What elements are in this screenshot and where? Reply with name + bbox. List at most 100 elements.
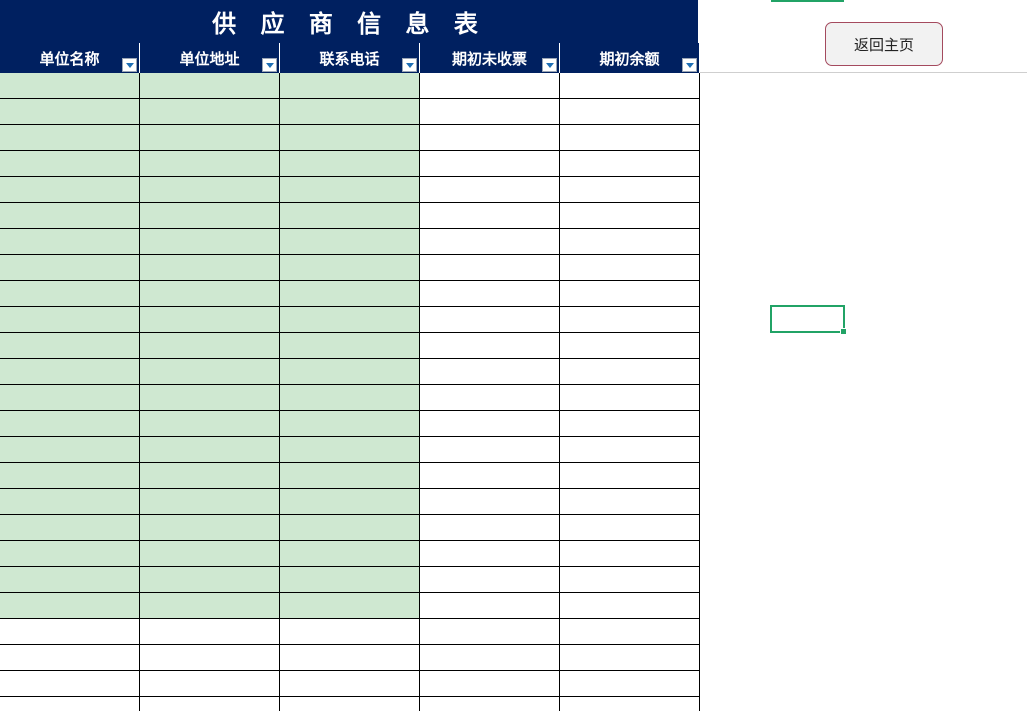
- table-cell[interactable]: [280, 515, 420, 541]
- table-cell[interactable]: [280, 255, 420, 281]
- table-cell[interactable]: [140, 307, 280, 333]
- table-cell[interactable]: [560, 177, 700, 203]
- table-cell[interactable]: [420, 567, 560, 593]
- table-cell[interactable]: [280, 619, 420, 645]
- table-cell[interactable]: [280, 385, 420, 411]
- table-cell[interactable]: [280, 125, 420, 151]
- table-cell[interactable]: [420, 73, 560, 99]
- table-cell[interactable]: [420, 307, 560, 333]
- table-cell[interactable]: [0, 73, 140, 99]
- table-cell[interactable]: [280, 541, 420, 567]
- table-cell[interactable]: [140, 203, 280, 229]
- table-cell[interactable]: [0, 255, 140, 281]
- table-cell[interactable]: [140, 645, 280, 671]
- table-cell[interactable]: [560, 255, 700, 281]
- table-cell[interactable]: [140, 541, 280, 567]
- table-cell[interactable]: [0, 229, 140, 255]
- table-cell[interactable]: [140, 437, 280, 463]
- table-cell[interactable]: [140, 125, 280, 151]
- table-cell[interactable]: [420, 645, 560, 671]
- table-cell[interactable]: [0, 697, 140, 711]
- table-cell[interactable]: [280, 463, 420, 489]
- table-cell[interactable]: [280, 671, 420, 697]
- table-cell[interactable]: [140, 255, 280, 281]
- table-cell[interactable]: [420, 697, 560, 711]
- table-cell[interactable]: [140, 411, 280, 437]
- table-cell[interactable]: [280, 411, 420, 437]
- table-cell[interactable]: [420, 671, 560, 697]
- table-cell[interactable]: [420, 255, 560, 281]
- table-cell[interactable]: [560, 359, 700, 385]
- table-cell[interactable]: [560, 411, 700, 437]
- table-cell[interactable]: [560, 151, 700, 177]
- table-cell[interactable]: [420, 437, 560, 463]
- table-cell[interactable]: [140, 463, 280, 489]
- table-cell[interactable]: [280, 359, 420, 385]
- table-cell[interactable]: [280, 99, 420, 125]
- selected-cell[interactable]: [770, 305, 847, 335]
- filter-dropdown-icon[interactable]: [262, 58, 277, 72]
- table-cell[interactable]: [140, 489, 280, 515]
- table-cell[interactable]: [0, 333, 140, 359]
- table-cell[interactable]: [140, 151, 280, 177]
- table-cell[interactable]: [560, 671, 700, 697]
- table-cell[interactable]: [560, 73, 700, 99]
- table-cell[interactable]: [0, 99, 140, 125]
- table-cell[interactable]: [0, 515, 140, 541]
- table-cell[interactable]: [560, 333, 700, 359]
- table-cell[interactable]: [0, 437, 140, 463]
- table-cell[interactable]: [420, 515, 560, 541]
- table-cell[interactable]: [560, 307, 700, 333]
- table-cell[interactable]: [420, 125, 560, 151]
- table-cell[interactable]: [560, 229, 700, 255]
- table-cell[interactable]: [0, 359, 140, 385]
- table-cell[interactable]: [140, 229, 280, 255]
- table-cell[interactable]: [0, 645, 140, 671]
- table-cell[interactable]: [0, 177, 140, 203]
- table-cell[interactable]: [280, 73, 420, 99]
- table-cell[interactable]: [0, 411, 140, 437]
- table-cell[interactable]: [420, 541, 560, 567]
- table-cell[interactable]: [280, 593, 420, 619]
- table-cell[interactable]: [140, 73, 280, 99]
- table-cell[interactable]: [420, 229, 560, 255]
- table-cell[interactable]: [0, 281, 140, 307]
- table-cell[interactable]: [420, 385, 560, 411]
- table-cell[interactable]: [0, 541, 140, 567]
- table-cell[interactable]: [560, 515, 700, 541]
- table-cell[interactable]: [420, 203, 560, 229]
- table-cell[interactable]: [140, 593, 280, 619]
- table-cell[interactable]: [280, 567, 420, 593]
- table-cell[interactable]: [140, 671, 280, 697]
- table-cell[interactable]: [140, 281, 280, 307]
- return-home-button[interactable]: 返回主页: [825, 22, 943, 66]
- table-cell[interactable]: [280, 437, 420, 463]
- table-cell[interactable]: [560, 463, 700, 489]
- table-cell[interactable]: [280, 177, 420, 203]
- table-cell[interactable]: [560, 619, 700, 645]
- table-cell[interactable]: [0, 619, 140, 645]
- table-cell[interactable]: [280, 203, 420, 229]
- table-cell[interactable]: [420, 151, 560, 177]
- table-cell[interactable]: [0, 203, 140, 229]
- table-cell[interactable]: [560, 645, 700, 671]
- table-cell[interactable]: [420, 359, 560, 385]
- table-cell[interactable]: [420, 99, 560, 125]
- table-cell[interactable]: [560, 281, 700, 307]
- table-cell[interactable]: [560, 697, 700, 711]
- table-cell[interactable]: [0, 671, 140, 697]
- table-cell[interactable]: [560, 437, 700, 463]
- table-cell[interactable]: [140, 567, 280, 593]
- table-cell[interactable]: [280, 151, 420, 177]
- table-cell[interactable]: [280, 489, 420, 515]
- table-cell[interactable]: [560, 567, 700, 593]
- table-cell[interactable]: [0, 385, 140, 411]
- table-cell[interactable]: [0, 463, 140, 489]
- table-cell[interactable]: [280, 229, 420, 255]
- table-cell[interactable]: [0, 307, 140, 333]
- filter-dropdown-icon[interactable]: [542, 58, 557, 72]
- table-cell[interactable]: [560, 203, 700, 229]
- table-cell[interactable]: [560, 125, 700, 151]
- table-cell[interactable]: [140, 697, 280, 711]
- table-cell[interactable]: [560, 99, 700, 125]
